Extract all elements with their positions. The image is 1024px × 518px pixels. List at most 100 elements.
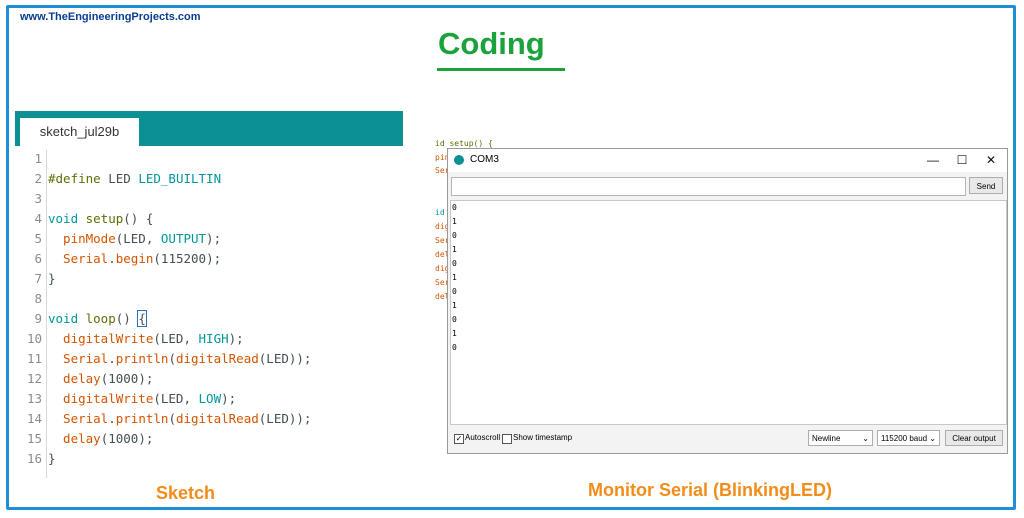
code-line: 5 pinMode(LED, OUTPUT);	[20, 229, 221, 249]
code-line: 16}	[20, 449, 56, 469]
line-ending-select[interactable]: Newline ⌄	[808, 430, 873, 446]
window-title: COM3	[470, 154, 499, 165]
timestamp-checkbox[interactable]	[502, 434, 512, 444]
code-token: digitalRead	[175, 351, 259, 366]
code-line: 11 Serial.println(digitalRead(LED));	[20, 349, 312, 369]
line-number: 14	[26, 411, 42, 426]
page-title: Coding	[438, 26, 545, 61]
line-number: 5	[34, 231, 42, 246]
code-line: 1	[20, 149, 48, 169]
code-line: 6 Serial.begin(115200);	[20, 249, 221, 269]
maximize-button[interactable]: ☐	[951, 151, 973, 169]
code-token: loop	[78, 311, 116, 326]
code-token: LED	[100, 171, 139, 186]
minimize-button[interactable]: —	[922, 151, 944, 169]
send-button[interactable]: Send	[969, 177, 1003, 194]
line-number: 4	[34, 211, 42, 226]
code-token: delay	[48, 431, 101, 446]
code-token: delay	[48, 371, 101, 386]
code-token: LED_BUILTIN	[138, 171, 222, 186]
background-code-line: id	[435, 208, 445, 217]
code-token: Serial	[48, 411, 109, 426]
code-token: (1000);	[100, 431, 154, 446]
window-titlebar[interactable]: COM3 — ☐ ✕	[448, 149, 1007, 172]
code-token: (	[168, 351, 176, 366]
line-number: 2	[34, 171, 42, 186]
code-token: (LED,	[153, 391, 199, 406]
tab-sketch[interactable]: sketch_jul29b	[20, 118, 139, 146]
output-line: 1	[452, 217, 457, 226]
line-number: 8	[34, 291, 42, 306]
line-number: 12	[26, 371, 42, 386]
clear-output-button[interactable]: Clear output	[945, 430, 1003, 446]
line-ending-value: Newline	[812, 434, 841, 443]
monitor-footer: ✓ Autoscroll Show timestamp Newline ⌄ 115…	[448, 427, 1007, 453]
close-button[interactable]: ✕	[980, 151, 1002, 169]
line-number: 6	[34, 251, 42, 266]
code-line: 4 void setup() {	[20, 209, 153, 229]
code-token: {	[137, 310, 147, 327]
code-token: #define	[48, 171, 101, 186]
code-token: (LED,	[153, 331, 199, 346]
code-line: 12 delay(1000);	[20, 369, 153, 389]
code-line: 14 Serial.println(digitalRead(LED));	[20, 409, 312, 429]
code-token: .	[108, 351, 116, 366]
code-token: LOW	[198, 391, 222, 406]
code-line: 8	[20, 289, 48, 309]
serial-input[interactable]	[451, 177, 966, 196]
code-token: (115200);	[153, 251, 222, 266]
code-token: pinMode	[48, 231, 116, 246]
code-line: 2 #define LED LED_BUILTIN	[20, 169, 221, 189]
chevron-down-icon: ⌄	[862, 434, 869, 443]
code-token: );	[221, 391, 237, 406]
output-line: 0	[452, 231, 457, 240]
output-line: 1	[452, 245, 457, 254]
code-token: );	[206, 231, 222, 246]
output-line: 0	[452, 287, 457, 296]
code-line: 9 void loop() {	[20, 309, 147, 329]
line-number: 7	[34, 271, 42, 286]
output-line: 0	[452, 315, 457, 324]
monitor-caption: Monitor Serial (BlinkingLED)	[588, 480, 833, 500]
code-token: println	[115, 351, 169, 366]
title-underline	[437, 68, 565, 71]
line-number: 1	[34, 151, 42, 166]
code-token: .	[108, 411, 116, 426]
code-token: println	[115, 411, 169, 426]
code-token: .	[108, 251, 116, 266]
output-line: 0	[452, 259, 457, 268]
code-token: setup	[78, 211, 124, 226]
code-token: digitalWrite	[48, 331, 154, 346]
code-token: () {	[123, 211, 154, 226]
code-token: (LED,	[115, 231, 161, 246]
code-token: digitalRead	[175, 411, 259, 426]
code-token: }	[48, 451, 56, 466]
line-number: 9	[34, 311, 42, 326]
code-line: 7}	[20, 269, 56, 289]
code-token: (LED));	[258, 411, 312, 426]
code-token: digitalWrite	[48, 391, 154, 406]
line-number: 15	[26, 431, 42, 446]
code-line: 15 delay(1000);	[20, 429, 153, 449]
code-line: 3	[20, 189, 48, 209]
line-number: 11	[26, 351, 42, 366]
arduino-icon	[454, 155, 464, 165]
code-token: );	[228, 331, 244, 346]
code-token: }	[48, 271, 56, 286]
background-code-line: id setup() {	[435, 139, 493, 148]
code-token: (1000);	[100, 371, 154, 386]
code-token: HIGH	[198, 331, 229, 346]
line-number: 16	[26, 451, 42, 466]
code-token: ()	[115, 311, 139, 326]
line-number: 10	[26, 331, 42, 346]
baud-value: 115200 baud	[881, 434, 928, 443]
output-line: 1	[452, 329, 457, 338]
autoscroll-checkbox[interactable]: ✓	[454, 434, 464, 444]
code-token: void	[48, 211, 79, 226]
code-token: Serial	[48, 251, 109, 266]
code-token: begin	[115, 251, 154, 266]
baud-select[interactable]: 115200 baud ⌄	[877, 430, 940, 446]
serial-output[interactable]: 0 1 0 1 0 1 0 1 0 1 0	[450, 200, 1007, 425]
line-number: 3	[34, 191, 42, 206]
serial-monitor-window: COM3 — ☐ ✕ Send 0 1 0 1 0 1 0 1 0 1 0 ✓ …	[447, 148, 1008, 454]
